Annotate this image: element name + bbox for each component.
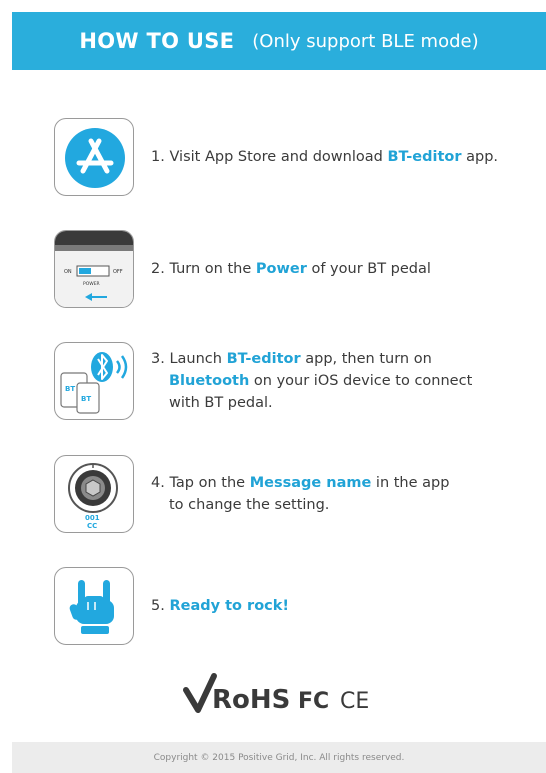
device-bt-label-1: BT bbox=[65, 385, 75, 393]
step-2-text-part: 2. Turn on the bbox=[151, 261, 256, 277]
step-1-text: 1. Visit App Store and download BT-edito… bbox=[151, 146, 498, 168]
step-4-text: 4. Tap on the Message name in the app to… bbox=[151, 472, 449, 516]
page-title: HOW TO USE bbox=[79, 29, 235, 53]
switch-on-label: ON bbox=[64, 269, 72, 275]
step-3-highlight-bluetooth: Bluetooth bbox=[169, 373, 250, 389]
copyright-text: Copyright © 2015 Positive Grid, Inc. All… bbox=[153, 752, 405, 763]
step-1-highlight: BT-editor bbox=[387, 149, 462, 165]
switch-off-label: OFF bbox=[113, 269, 123, 275]
dial-cc-label: CC bbox=[87, 522, 97, 530]
step-1: 1. Visit App Store and download BT-edito… bbox=[54, 118, 534, 196]
rohs-logo: RoHS bbox=[212, 685, 290, 715]
certification-logos: RoHS FC CE bbox=[180, 670, 390, 718]
step-4: 001 CC 4. Tap on the Message name in the… bbox=[54, 455, 534, 533]
knob-dial-icon: 001 CC bbox=[68, 463, 118, 530]
step-2-text: 2. Turn on the Power of your BT pedal bbox=[151, 258, 431, 280]
step-3-text: 3. Launch BT-editor app, then turn on Bl… bbox=[151, 348, 472, 414]
certifications-svg: RoHS FC CE bbox=[183, 673, 369, 715]
step-5-icon-frame bbox=[54, 567, 134, 645]
footer: Copyright © 2015 Positive Grid, Inc. All… bbox=[12, 742, 546, 773]
step-3-text-line3: with BT pedal. bbox=[169, 395, 273, 411]
step-3-text-part: app, then turn on bbox=[300, 351, 432, 367]
step-4-icon-frame: 001 CC bbox=[54, 455, 134, 533]
step-1-text-part: app. bbox=[461, 149, 499, 165]
device-bt-label-2: BT bbox=[81, 395, 91, 403]
step-3-text-part: on your iOS device to connect bbox=[249, 373, 473, 389]
step-5-text: 5. Ready to rock! bbox=[151, 595, 289, 617]
step-2-icon-frame: ON OFF POWER bbox=[54, 230, 134, 308]
step-4-text-part: in the app bbox=[371, 475, 450, 491]
step-1-text-part: 1. Visit App Store and download bbox=[151, 149, 388, 165]
step-3-text-part: 3. Launch bbox=[151, 351, 227, 367]
step-4-text-line2: to change the setting. bbox=[169, 497, 330, 513]
step-4-text-part: 4. Tap on the bbox=[151, 475, 250, 491]
step-3-highlight: BT-editor bbox=[226, 351, 301, 367]
rock-hand-icon bbox=[69, 580, 114, 634]
step-5-text-part: 5. bbox=[151, 598, 170, 614]
power-switch-icon: ON OFF POWER bbox=[55, 231, 133, 307]
fcc-logo: FC bbox=[298, 689, 329, 714]
step-5: 5. Ready to rock! bbox=[54, 567, 534, 645]
step-2-highlight: Power bbox=[255, 261, 307, 277]
dial-number-label: 001 bbox=[85, 514, 100, 522]
step-2-text-part: of your BT pedal bbox=[306, 261, 431, 277]
step-3: BT BT 3. Launch BT-editor app, then turn… bbox=[54, 342, 534, 420]
rohs-checkmark-icon bbox=[183, 673, 217, 713]
step-4-highlight: Message name bbox=[249, 475, 372, 491]
step-1-icon-frame bbox=[54, 118, 134, 196]
step-3-icon-frame: BT BT bbox=[54, 342, 134, 420]
app-store-icon bbox=[65, 128, 125, 188]
page-subtitle: (Only support BLE mode) bbox=[252, 30, 479, 52]
step-5-highlight: Ready to rock! bbox=[169, 598, 290, 614]
ce-logo: CE bbox=[340, 689, 369, 714]
header-banner: HOW TO USE (Only support BLE mode) bbox=[12, 12, 546, 70]
bluetooth-devices-icon: BT BT bbox=[60, 352, 128, 414]
step-2: ON OFF POWER 2. Turn on the Power of you… bbox=[54, 230, 534, 308]
switch-power-label: POWER bbox=[83, 281, 100, 287]
